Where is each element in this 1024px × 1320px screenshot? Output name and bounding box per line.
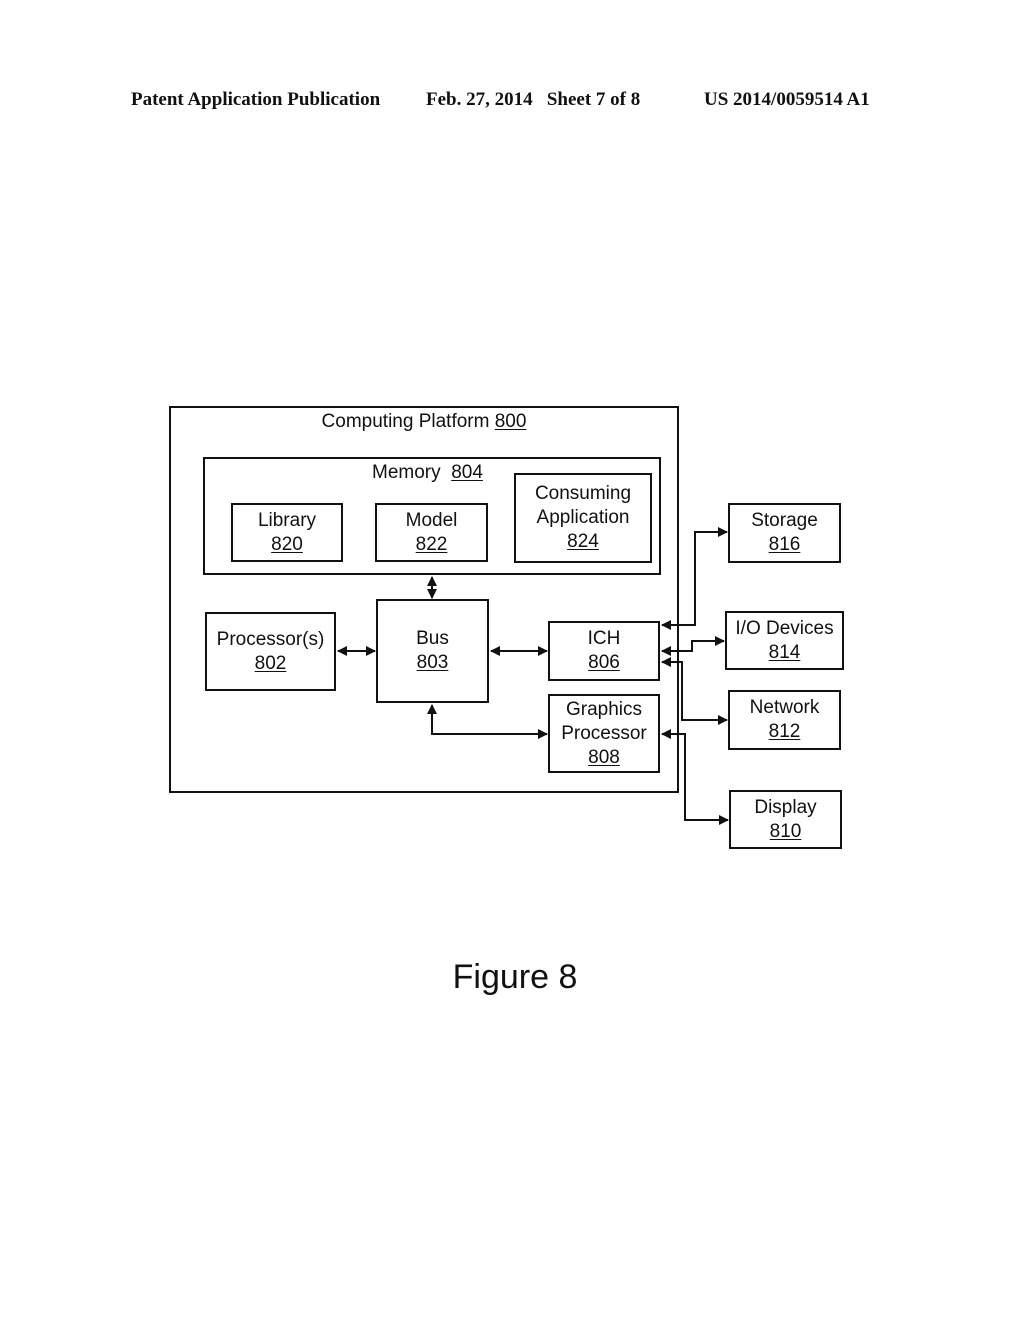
consuming-app-line2: Application bbox=[536, 507, 630, 528]
processor-box: Processor(s) 802 bbox=[205, 612, 336, 691]
platform-ref: 800 bbox=[494, 411, 527, 432]
bus-name: Bus bbox=[416, 628, 449, 649]
storage-name: Storage bbox=[751, 510, 818, 531]
library-name: Library bbox=[257, 509, 317, 531]
consuming-app-line1: Consuming bbox=[534, 483, 632, 504]
display-ref: 810 bbox=[769, 820, 802, 842]
io-devices-name: I/O Devices bbox=[735, 617, 834, 639]
display-box: Display 810 bbox=[729, 790, 842, 849]
bus-box: Bus 803 bbox=[376, 599, 489, 703]
graphics-ref: 808 bbox=[588, 746, 620, 768]
computing-platform-label: Computing Platform 800 bbox=[169, 410, 679, 434]
memory-name: Memory bbox=[372, 462, 441, 483]
network-name: Network bbox=[749, 697, 820, 718]
graphics-processor-box: Graphics Processor 808 bbox=[548, 694, 660, 773]
ich-ref: 806 bbox=[588, 652, 620, 673]
io-devices-ref: 814 bbox=[768, 641, 801, 663]
io-devices-box: I/O Devices 814 bbox=[725, 611, 844, 670]
memory-ref: 804 bbox=[451, 462, 483, 483]
storage-box: Storage 816 bbox=[728, 503, 841, 563]
library-box: Library 820 bbox=[231, 503, 343, 562]
model-ref: 822 bbox=[415, 533, 448, 555]
publication-title: Patent Application Publication bbox=[131, 89, 381, 110]
graphics-line1: Graphics bbox=[565, 698, 643, 720]
consuming-app-ref: 824 bbox=[567, 531, 599, 552]
patent-number: US 2014/0059514 A1 bbox=[704, 89, 870, 110]
consuming-application-box: Consuming Application 824 bbox=[514, 473, 652, 563]
display-name: Display bbox=[754, 796, 817, 818]
network-ref: 812 bbox=[768, 721, 801, 742]
model-name: Model bbox=[405, 509, 458, 531]
date-sheet: Feb. 27, 2014 Sheet 7 of 8 bbox=[426, 89, 641, 110]
processor-ref: 802 bbox=[254, 652, 287, 674]
processor-name: Processor(s) bbox=[216, 628, 325, 650]
network-box: Network 812 bbox=[728, 690, 841, 750]
bus-ref: 803 bbox=[416, 652, 449, 673]
ich-name: ICH bbox=[587, 628, 621, 649]
platform-name: Computing Platform bbox=[321, 411, 490, 432]
storage-ref: 816 bbox=[768, 534, 801, 555]
figure-caption: Figure 8 bbox=[452, 958, 578, 996]
ich-box: ICH 806 bbox=[548, 621, 660, 681]
library-ref: 820 bbox=[271, 533, 303, 555]
graphics-line2: Processor bbox=[561, 722, 647, 744]
model-box: Model 822 bbox=[375, 503, 488, 562]
memory-label: Memory 804 bbox=[372, 461, 483, 485]
